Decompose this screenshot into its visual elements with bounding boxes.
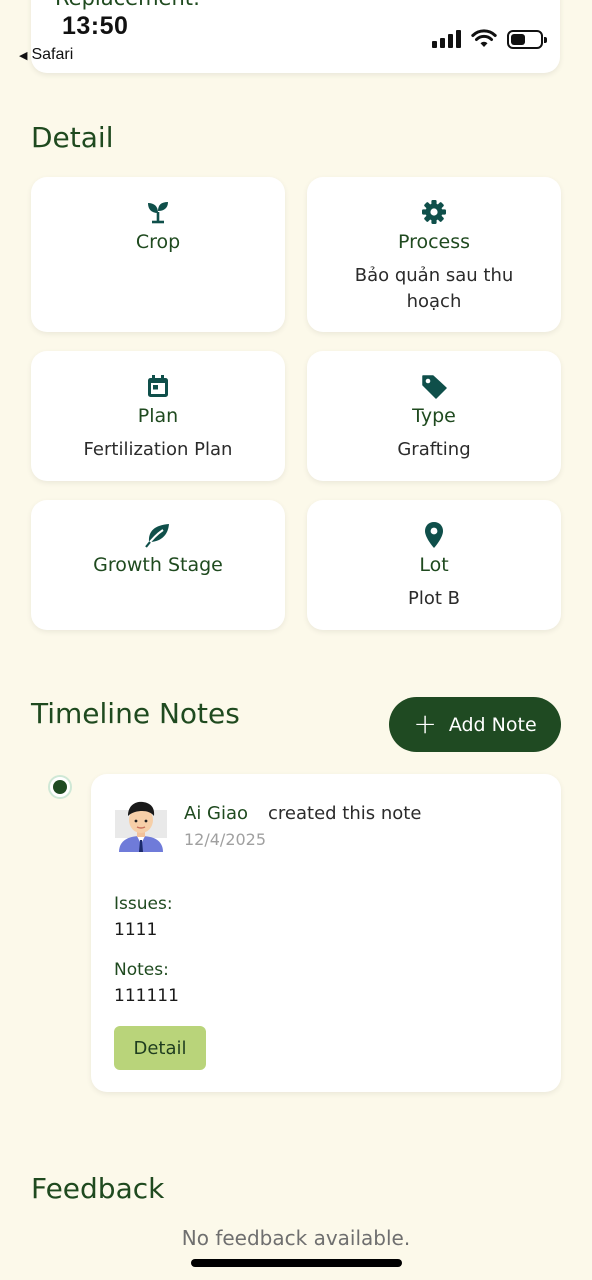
detail-card-process: Process Bảo quản sau thu hoạch xyxy=(307,177,561,332)
sprout-icon xyxy=(145,199,171,225)
note-action-text: created this note xyxy=(268,803,422,824)
detail-section-title: Detail xyxy=(31,121,114,154)
calendar-icon xyxy=(145,373,171,399)
avatar xyxy=(115,801,167,852)
no-feedback-text: No feedback available. xyxy=(181,1226,411,1250)
issues-value: 1111 xyxy=(114,920,158,940)
status-icons xyxy=(432,28,547,50)
tag-icon xyxy=(420,373,448,399)
detail-card-lot: Lot Plot B xyxy=(307,500,561,630)
detail-card-label: Type xyxy=(412,405,456,427)
top-card-title: Replacement: xyxy=(55,0,200,10)
note-author[interactable]: Ai Giao xyxy=(184,803,248,824)
note-date: 12/4/2025 xyxy=(184,830,267,849)
timeline-dot xyxy=(48,775,72,799)
detail-card-label: Lot xyxy=(419,554,449,576)
notes-value: 111111 xyxy=(114,986,179,1006)
detail-card-label: Crop xyxy=(135,231,181,253)
add-note-label: Add Note xyxy=(448,713,537,736)
cellular-signal-icon xyxy=(432,30,461,48)
back-to-safari[interactable]: ◀ Safari xyxy=(19,46,73,64)
feedback-section-title: Feedback xyxy=(31,1172,165,1205)
back-label: Safari xyxy=(31,46,74,63)
detail-card-label: Plan xyxy=(137,405,179,427)
detail-card-value: Fertilization Plan xyxy=(83,439,233,460)
timeline-note-card: Ai Giao created this note 12/4/2025 Issu… xyxy=(91,774,561,1092)
status-time: 13:50 xyxy=(62,12,129,40)
note-detail-button[interactable]: Detail xyxy=(114,1026,206,1070)
location-pin-icon xyxy=(423,522,445,548)
detail-card-plan: Plan Fertilization Plan xyxy=(31,351,285,481)
detail-card-type: Type Grafting xyxy=(307,351,561,481)
leaf-icon xyxy=(144,522,172,548)
detail-card-value: Bảo quản sau thu hoạch xyxy=(354,265,514,312)
timeline-section-title: Timeline Notes xyxy=(31,697,240,730)
detail-card-value: Grafting xyxy=(397,439,471,460)
add-note-button[interactable]: + Add Note xyxy=(389,697,561,752)
home-indicator[interactable] xyxy=(191,1259,402,1267)
notes-label: Notes: xyxy=(114,960,169,980)
detail-card-growth-stage: Growth Stage xyxy=(31,500,285,630)
detail-card-label: Growth Stage xyxy=(93,554,223,576)
detail-card-value: Plot B xyxy=(408,588,460,609)
battery-icon xyxy=(507,29,547,49)
back-triangle-icon: ◀ xyxy=(19,49,28,62)
issues-label: Issues: xyxy=(114,894,173,914)
plus-icon: + xyxy=(413,706,437,740)
wifi-icon xyxy=(471,29,497,47)
detail-card-crop: Crop xyxy=(31,177,285,332)
detail-card-label: Process xyxy=(397,231,471,253)
gear-icon xyxy=(421,199,447,225)
